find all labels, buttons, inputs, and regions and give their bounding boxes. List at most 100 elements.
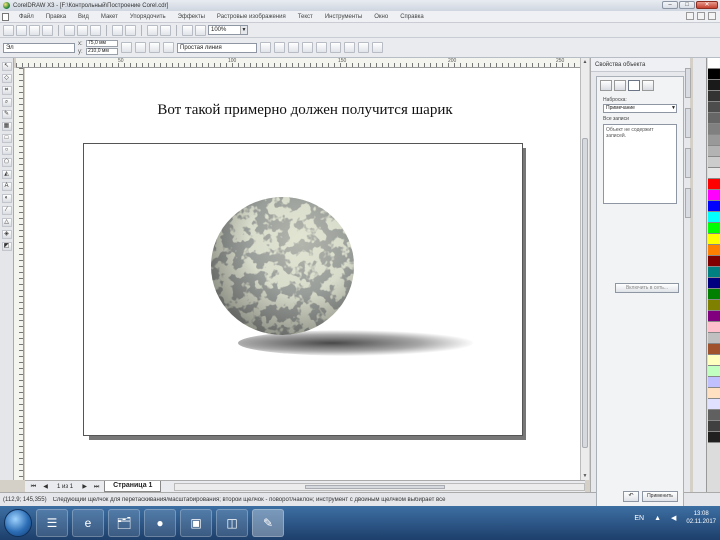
- welcome-icon[interactable]: [195, 24, 206, 36]
- combine-icon[interactable]: [358, 42, 369, 53]
- y-position-input[interactable]: 210,0 мм: [86, 48, 118, 55]
- print-icon[interactable]: [42, 24, 53, 36]
- color-swatch[interactable]: [707, 168, 720, 179]
- mirror-vertical-icon[interactable]: [149, 42, 160, 53]
- undo-icon[interactable]: [112, 24, 123, 36]
- vertical-scroll-thumb[interactable]: [582, 138, 588, 448]
- apply-button[interactable]: Применить: [642, 491, 678, 502]
- to-front-icon[interactable]: [316, 42, 327, 53]
- scroll-down-icon[interactable]: ▼: [581, 472, 589, 480]
- lock-ratio-icon[interactable]: [121, 42, 132, 53]
- next-page-icon[interactable]: ▶: [80, 483, 89, 491]
- scroll-up-icon[interactable]: ▲: [581, 58, 589, 66]
- zoom-level-combo[interactable]: 100% ▼: [208, 25, 248, 35]
- shape-tool-icon[interactable]: ◇: [1, 74, 12, 83]
- taskbar-app-coreldraw[interactable]: ✎: [252, 509, 284, 537]
- menu-file[interactable]: Файл: [13, 14, 40, 20]
- outline-tool-icon[interactable]: △: [1, 218, 12, 227]
- color-swatch[interactable]: [707, 421, 720, 432]
- language-indicator[interactable]: EN: [634, 515, 644, 522]
- color-swatch[interactable]: [707, 190, 720, 201]
- basic-shapes-icon[interactable]: ◭: [1, 170, 12, 179]
- color-swatch[interactable]: [707, 201, 720, 212]
- chevron-down-icon[interactable]: ▼: [240, 26, 247, 34]
- vertical-ruler[interactable]: [14, 68, 24, 480]
- app-launcher-icon[interactable]: [182, 24, 193, 36]
- menu-tools[interactable]: Инструменты: [319, 14, 368, 20]
- horizontal-scroll-thumb[interactable]: [305, 484, 446, 489]
- crop-tool-icon[interactable]: ⌗: [1, 86, 12, 95]
- color-swatch[interactable]: [707, 135, 720, 146]
- color-swatch[interactable]: [707, 432, 720, 443]
- color-swatch[interactable]: [707, 399, 720, 410]
- align-icon[interactable]: [344, 42, 355, 53]
- doc-minimize-button[interactable]: [686, 12, 694, 20]
- color-swatch[interactable]: [707, 179, 720, 190]
- document-icon[interactable]: [2, 12, 9, 21]
- color-swatch[interactable]: [707, 212, 720, 223]
- doc-restore-button[interactable]: [697, 12, 705, 20]
- taskbar-app-media[interactable]: ▣: [180, 509, 212, 537]
- paste-icon[interactable]: [90, 24, 101, 36]
- prev-page-icon[interactable]: ◀: [41, 483, 50, 491]
- undo-changes-icon[interactable]: ↶: [623, 491, 639, 502]
- network-icon[interactable]: ▲: [654, 515, 661, 522]
- color-swatch[interactable]: [707, 410, 720, 421]
- color-swatch[interactable]: [707, 311, 720, 322]
- doc-close-button[interactable]: [708, 12, 716, 20]
- color-swatch[interactable]: [707, 344, 720, 355]
- redo-icon[interactable]: [125, 24, 136, 36]
- taskbar-app-explorer[interactable]: ☰: [36, 509, 68, 537]
- start-button[interactable]: [4, 509, 32, 537]
- volume-icon[interactable]: ◀: [671, 514, 676, 522]
- internet-tab-icon[interactable]: [642, 80, 654, 91]
- convert-curves-icon[interactable]: [288, 42, 299, 53]
- page-tab-1[interactable]: Страница 1: [104, 481, 162, 492]
- cut-icon[interactable]: [64, 24, 75, 36]
- docker-tab[interactable]: [684, 68, 691, 98]
- menu-layout[interactable]: Макет: [95, 14, 124, 20]
- include-button[interactable]: Включить в сеть...: [615, 283, 679, 293]
- color-swatch[interactable]: [707, 267, 720, 278]
- wrap-text-icon[interactable]: [302, 42, 313, 53]
- taskbar-app-window[interactable]: ◫: [216, 509, 248, 537]
- first-page-icon[interactable]: ⏮: [29, 483, 38, 491]
- horizontal-ruler[interactable]: 50 100 150 200 250: [16, 58, 584, 68]
- horizontal-scrollbar[interactable]: [174, 482, 585, 491]
- docker-tab[interactable]: [684, 148, 691, 178]
- menu-arrange[interactable]: Упорядочить: [124, 14, 172, 20]
- save-icon[interactable]: [29, 24, 40, 36]
- color-swatch[interactable]: [707, 69, 720, 80]
- open-icon[interactable]: [16, 24, 27, 36]
- smart-fill-icon[interactable]: ▦: [1, 122, 12, 131]
- interactive-fill-icon[interactable]: ◩: [1, 242, 12, 251]
- new-icon[interactable]: [3, 24, 14, 36]
- last-page-icon[interactable]: ⏭: [92, 483, 101, 491]
- chevron-down-icon[interactable]: ▼: [671, 105, 676, 112]
- color-swatch[interactable]: [707, 256, 720, 267]
- fill-tab-icon[interactable]: [600, 80, 612, 91]
- color-swatch[interactable]: [707, 333, 720, 344]
- rotate-icon[interactable]: [163, 42, 174, 53]
- color-swatch[interactable]: [707, 322, 720, 333]
- menu-window[interactable]: Окно: [368, 14, 394, 20]
- color-swatch[interactable]: [707, 377, 720, 388]
- eyedropper-icon[interactable]: ⁄: [1, 206, 12, 215]
- outline-tab-icon[interactable]: [614, 80, 626, 91]
- color-swatch[interactable]: [707, 278, 720, 289]
- taskbar-app-ie[interactable]: e: [72, 509, 104, 537]
- menu-effects[interactable]: Эффекты: [172, 14, 211, 20]
- vertical-scrollbar[interactable]: ▲ ▼: [580, 58, 589, 480]
- color-swatch[interactable]: [707, 91, 720, 102]
- polygon-tool-icon[interactable]: ⬠: [1, 158, 12, 167]
- color-swatch[interactable]: [707, 146, 720, 157]
- menu-text[interactable]: Текст: [292, 14, 319, 20]
- color-swatch[interactable]: [707, 300, 720, 311]
- color-swatch[interactable]: [707, 124, 720, 135]
- color-swatch[interactable]: [707, 388, 720, 399]
- taskbar-app-chrome[interactable]: ●: [144, 509, 176, 537]
- fill-tool-icon[interactable]: ◈: [1, 230, 12, 239]
- menu-bitmaps[interactable]: Растровые изображения: [211, 14, 292, 20]
- close-button[interactable]: ✕: [696, 1, 718, 9]
- marble-sphere[interactable]: [211, 197, 354, 335]
